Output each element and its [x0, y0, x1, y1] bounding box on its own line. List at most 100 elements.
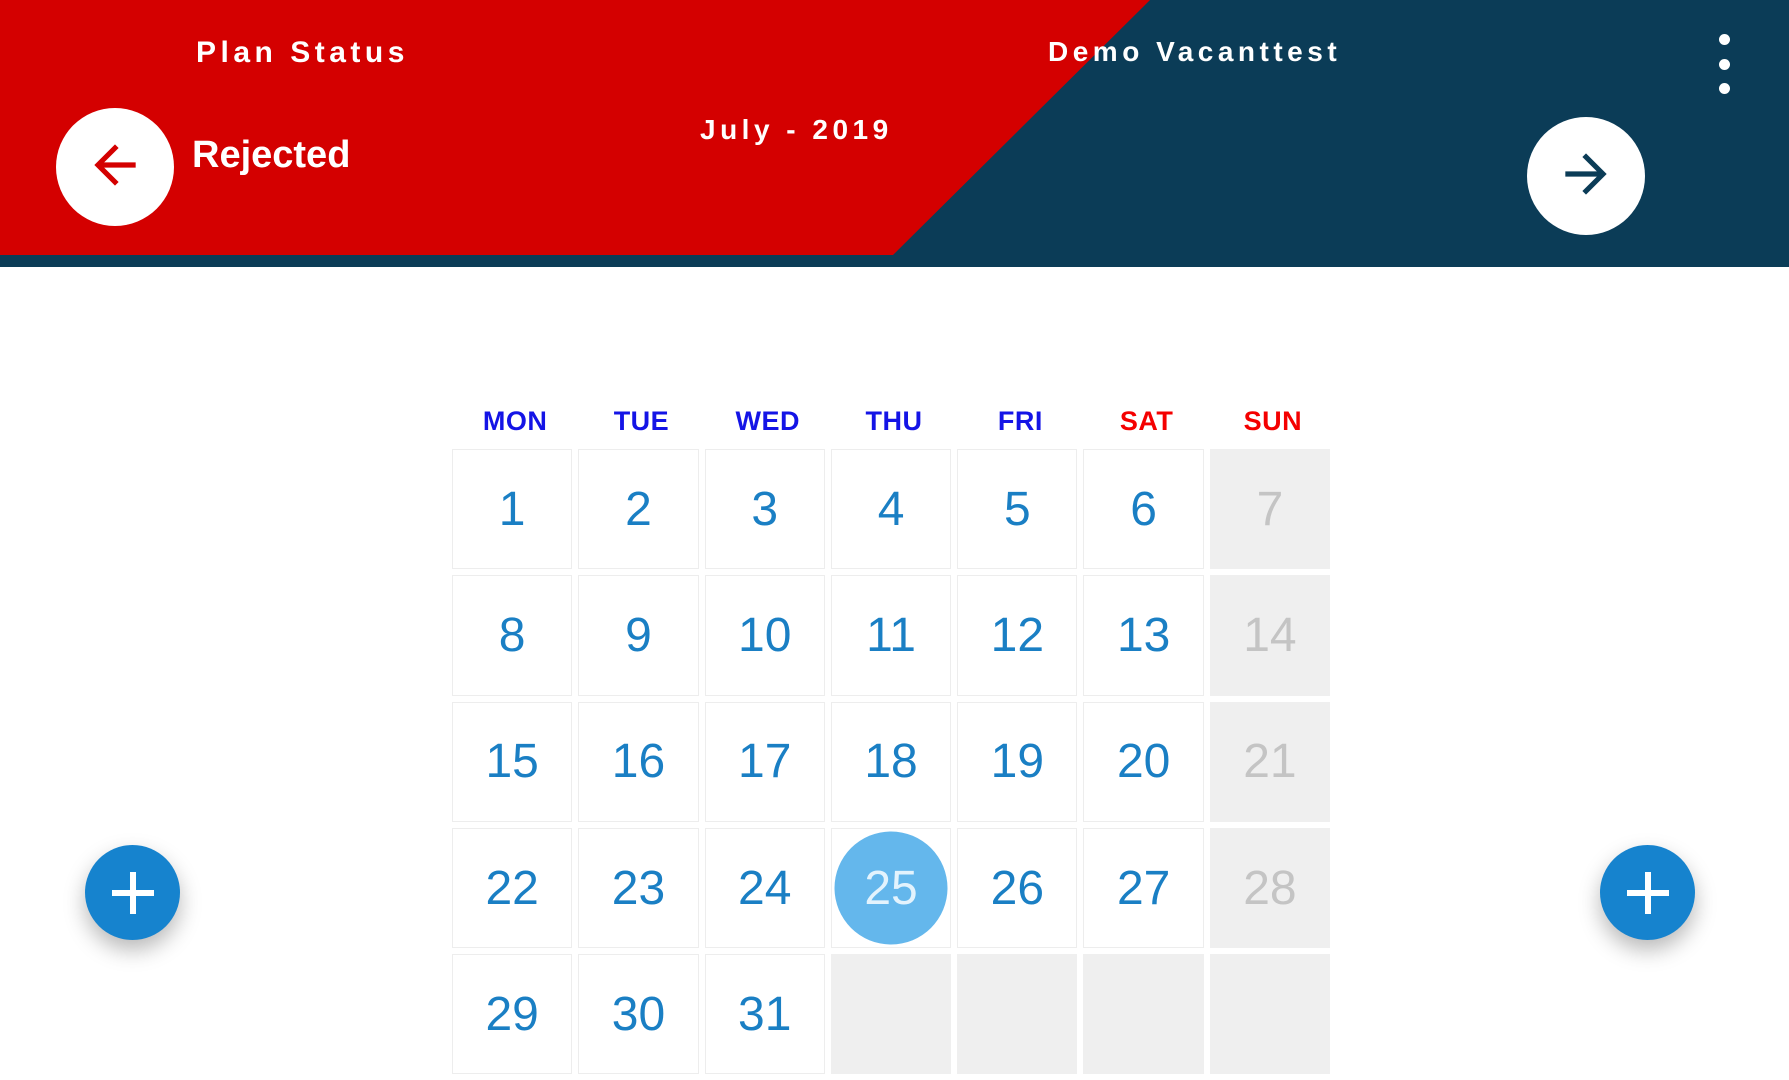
day-cell-wrapper: 21 [1209, 701, 1336, 828]
day-cell-31[interactable]: 31 [704, 954, 825, 1075]
day-number: 1 [498, 482, 526, 536]
day-cell-empty [957, 954, 1078, 1075]
day-cell-wrapper: 3 [704, 449, 831, 575]
day-number: 5 [1003, 482, 1031, 536]
weekday-header-sun: SUN [1243, 406, 1303, 436]
day-cell-2[interactable]: 2 [578, 449, 699, 570]
day-cell-wrapper [957, 954, 1083, 1080]
day-cell-wrapper: 23 [578, 827, 704, 954]
day-cell-28[interactable]: 28 [1209, 827, 1331, 949]
day-cell-3[interactable]: 3 [704, 449, 825, 570]
app-header: Plan Status Rejected July - 2019 Demo Va… [0, 0, 1789, 267]
day-number: 14 [1243, 608, 1297, 662]
day-cell-11[interactable]: 11 [830, 575, 952, 696]
day-cell-23[interactable]: 23 [578, 827, 699, 949]
day-cell-8[interactable]: 8 [452, 575, 573, 696]
day-cell-14[interactable]: 14 [1209, 575, 1331, 696]
day-number: 20 [1116, 735, 1171, 789]
day-cell-wrapper: 29 [452, 954, 578, 1080]
day-number: 24 [738, 861, 792, 915]
day-number: 11 [866, 608, 916, 662]
day-number: 12 [990, 608, 1045, 662]
day-number: 16 [611, 735, 666, 789]
day-cell-wrapper: 1 [452, 449, 578, 575]
add-entry-button-right[interactable] [1600, 845, 1695, 940]
day-number: 9 [625, 608, 652, 662]
day-cell-empty [1083, 954, 1204, 1075]
day-number: 8 [498, 608, 526, 662]
day-cell-30[interactable]: 30 [578, 954, 699, 1075]
day-cell-16[interactable]: 16 [578, 701, 699, 822]
day-cell-25[interactable]: 25 [830, 827, 952, 949]
day-cell-wrapper: 6 [1083, 449, 1209, 575]
day-cell-wrapper: 11 [830, 575, 957, 701]
weekday-header-fri: FRI [997, 406, 1043, 436]
day-cell-18[interactable]: 18 [830, 701, 952, 822]
day-cell-6[interactable]: 6 [1083, 449, 1204, 570]
day-cell-wrapper: 27 [1083, 827, 1209, 954]
day-cell-13[interactable]: 13 [1083, 575, 1204, 696]
day-cell-22[interactable]: 22 [452, 827, 573, 949]
day-cell-29[interactable]: 29 [452, 954, 573, 1075]
day-cell-5[interactable]: 5 [957, 449, 1078, 570]
day-cell-20[interactable]: 20 [1083, 701, 1204, 822]
current-month-label: July - 2019 [700, 114, 893, 145]
day-number: 19 [990, 735, 1045, 789]
plan-status-label: Plan Status [196, 36, 409, 69]
day-cell-wrapper: 19 [957, 701, 1083, 828]
day-cell-wrapper: 12 [957, 575, 1083, 701]
day-number: 18 [864, 735, 918, 789]
day-number: 7 [1256, 482, 1284, 536]
day-number: 28 [1243, 861, 1297, 915]
weekday-header-tue: TUE [613, 406, 670, 436]
kebab-dot-2 [1718, 58, 1730, 70]
day-number: 13 [1116, 608, 1171, 662]
day-cell-wrapper: 17 [704, 701, 831, 828]
day-cell-24[interactable]: 24 [704, 827, 825, 949]
day-number: 6 [1130, 482, 1157, 536]
day-cell-19[interactable]: 19 [957, 701, 1078, 822]
next-month-button[interactable] [1527, 117, 1645, 235]
day-cell-empty [1209, 954, 1331, 1075]
day-cell-17[interactable]: 17 [704, 701, 825, 822]
day-cell-9[interactable]: 9 [578, 575, 699, 696]
day-cell-26[interactable]: 26 [957, 827, 1078, 949]
day-cell-wrapper: 30 [578, 954, 704, 1080]
day-number: 21 [1243, 735, 1297, 789]
day-number: 27 [1116, 861, 1171, 915]
previous-month-button[interactable] [56, 108, 174, 226]
weekday-header-thu: THU [865, 406, 923, 436]
kebab-menu-icon[interactable] [1710, 34, 1738, 94]
day-cell-15[interactable]: 15 [452, 701, 573, 822]
day-cell-21[interactable]: 21 [1209, 701, 1331, 822]
day-cell-wrapper: 31 [704, 954, 831, 1080]
day-cell-12[interactable]: 12 [957, 575, 1078, 696]
add-entry-button-left[interactable] [85, 845, 180, 940]
day-cell-wrapper [1209, 954, 1336, 1080]
day-cell-wrapper: 14 [1209, 575, 1336, 701]
day-cell-wrapper: 10 [704, 575, 831, 701]
day-cell-wrapper: 20 [1083, 701, 1209, 828]
day-number: 17 [738, 735, 792, 789]
day-cell-7[interactable]: 7 [1209, 449, 1331, 570]
day-cell-1[interactable]: 1 [452, 449, 573, 570]
day-cell-empty [830, 954, 952, 1075]
day-cell-27[interactable]: 27 [1083, 827, 1204, 949]
account-name-label: Demo Vacanttest [1048, 36, 1342, 67]
kebab-dot-3 [1718, 83, 1730, 94]
plus-icon-left-vertical [129, 871, 136, 914]
day-cell-wrapper: 22 [452, 827, 578, 954]
day-number: 3 [751, 482, 779, 536]
day-cell-10[interactable]: 10 [704, 575, 825, 696]
day-cell-wrapper: 18 [830, 701, 957, 828]
day-grid: 1 2 3 4 5 6 7 8 9 10 11 12 13 14 15 16 17 18 19 20 21 22 23 24 2… [452, 449, 1336, 1080]
plan-status-value: Rejected [192, 134, 351, 176]
day-cell-wrapper: 16 [578, 701, 704, 828]
day-number: 30 [611, 987, 666, 1041]
day-cell-wrapper: 2 [578, 449, 704, 575]
day-cell-4[interactable]: 4 [830, 449, 952, 570]
day-number: 31 [738, 987, 792, 1041]
day-number: 23 [611, 861, 666, 915]
day-cell-wrapper: 8 [452, 575, 578, 701]
day-number: 25 [864, 861, 918, 915]
